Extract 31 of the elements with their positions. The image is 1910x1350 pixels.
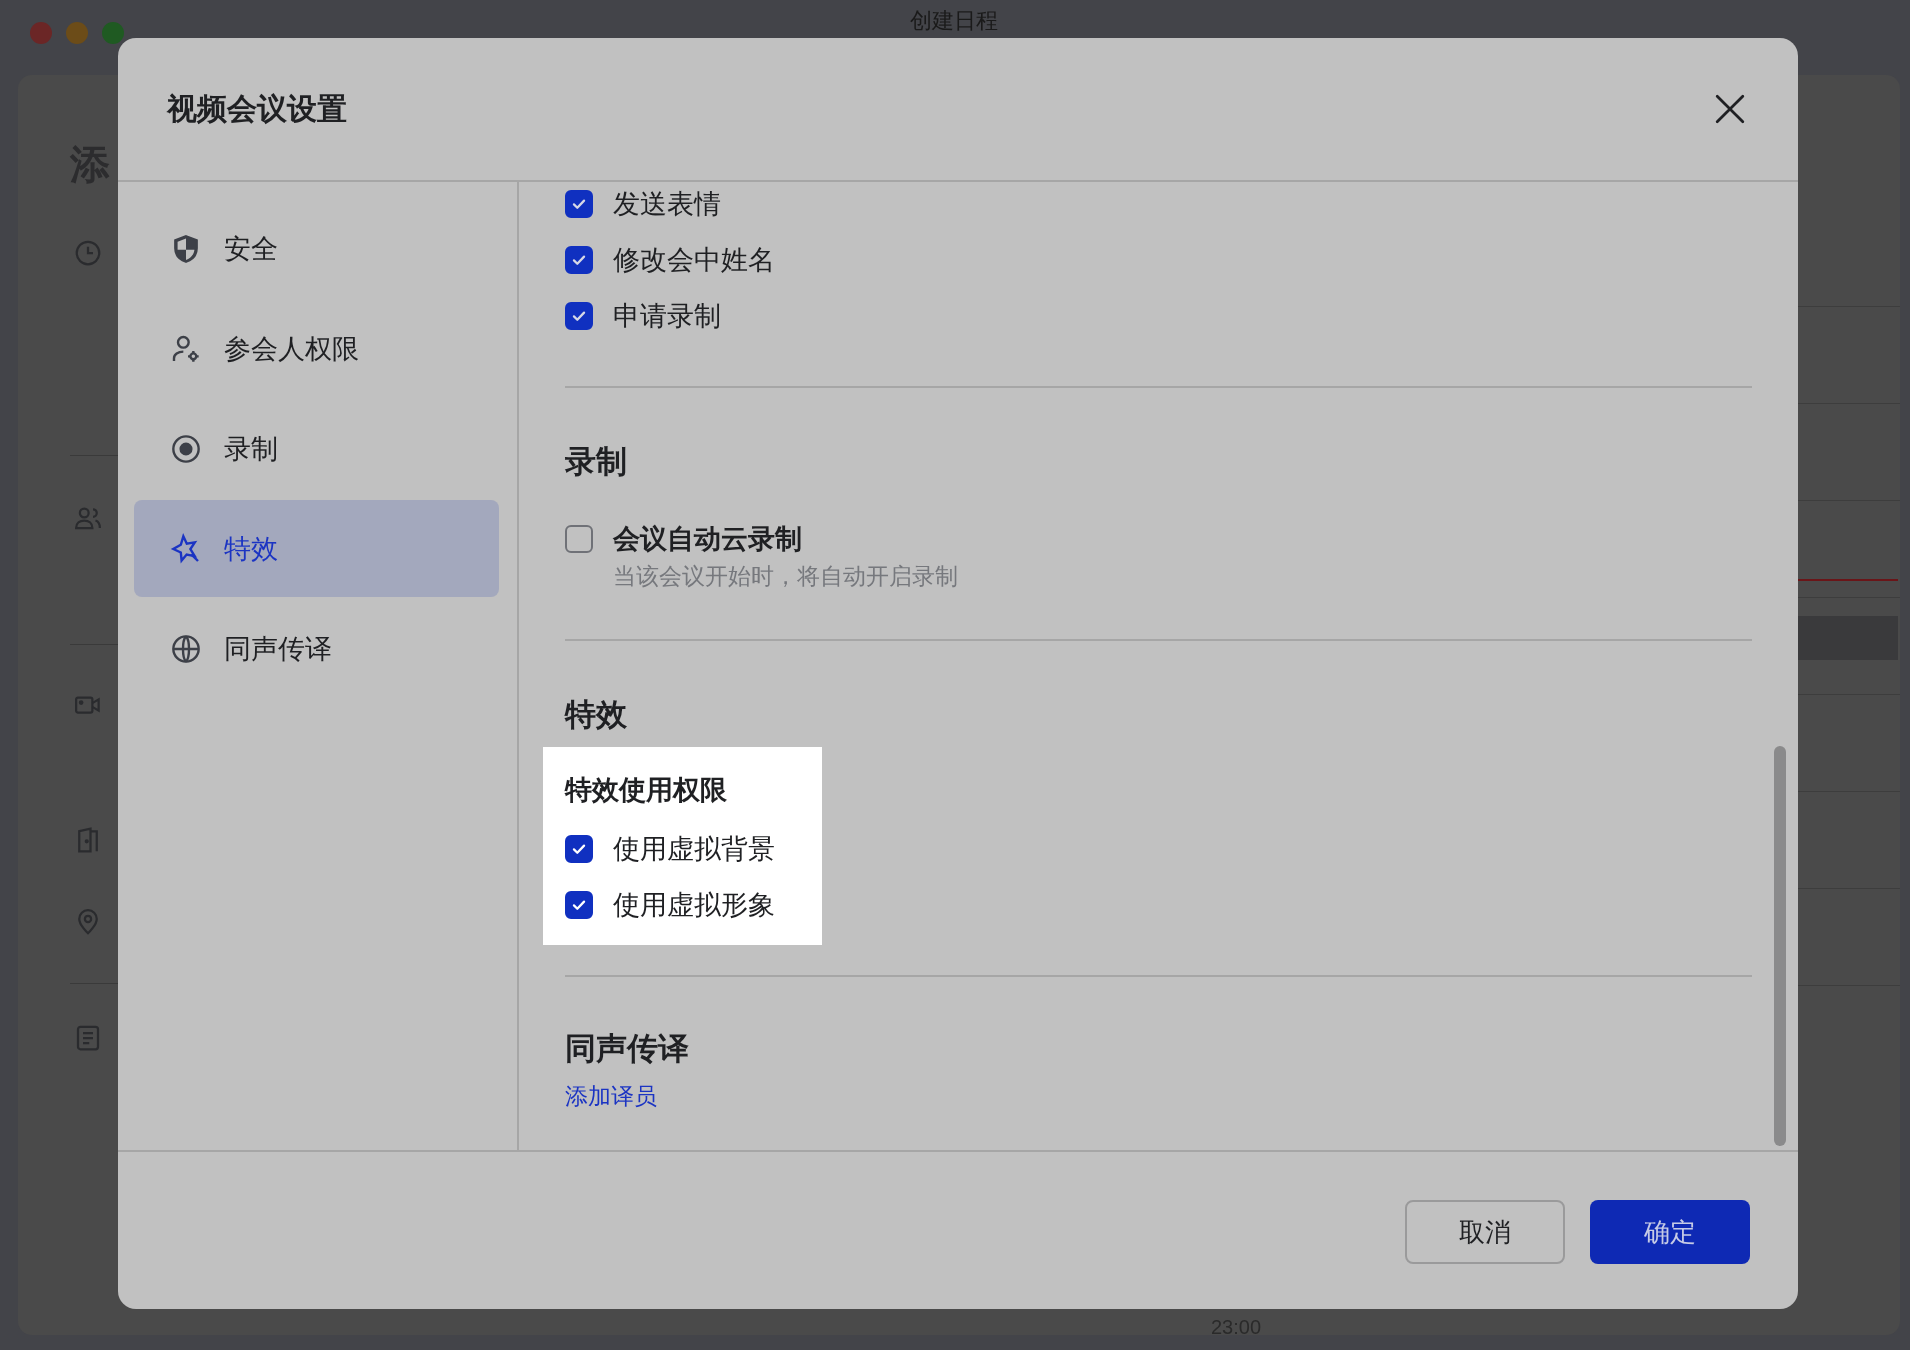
checkbox[interactable]: [565, 835, 593, 863]
checkbox-label: 会议自动云录制: [613, 523, 803, 556]
close-icon[interactable]: [1714, 93, 1746, 125]
add-interpreter-link[interactable]: 添加译员: [565, 1081, 657, 1111]
option-description: 当该会议开始时，将自动开启录制: [613, 562, 958, 591]
clock-icon: [73, 238, 103, 268]
sidebar-item[interactable]: 录制: [134, 400, 499, 497]
sidebar-item[interactable]: 特效: [134, 500, 499, 597]
checkbox-label: 发送表情: [613, 188, 721, 221]
confirm-button[interactable]: 确定: [1590, 1200, 1750, 1264]
group-title: 特效使用权限: [565, 774, 728, 807]
section-heading: 录制: [565, 444, 628, 480]
checkbox-label: 使用虚拟背景: [613, 833, 775, 866]
section-heading: 特效: [565, 697, 628, 733]
cancel-button[interactable]: 取消: [1405, 1200, 1565, 1264]
section-heading: 同声传译: [565, 1031, 690, 1067]
checkbox-label: 修改会中姓名: [613, 244, 775, 277]
sidebar-item[interactable]: 安全: [134, 200, 499, 297]
sidebar-item[interactable]: 同声传译: [134, 600, 499, 697]
checkbox[interactable]: [565, 525, 593, 553]
checkbox[interactable]: [565, 246, 593, 274]
scrollbar-thumb[interactable]: [1774, 746, 1786, 1146]
checkbox[interactable]: [565, 302, 593, 330]
checkbox[interactable]: [565, 891, 593, 919]
globe-icon: [170, 632, 202, 665]
dialog-title: 视频会议设置: [167, 90, 347, 127]
checkbox[interactable]: [565, 190, 593, 218]
sidebar-item[interactable]: 参会人权限: [134, 300, 499, 397]
record-icon: [170, 432, 202, 465]
checkbox-label: 申请录制: [613, 300, 721, 333]
checkbox-label: 使用虚拟形象: [613, 889, 775, 922]
